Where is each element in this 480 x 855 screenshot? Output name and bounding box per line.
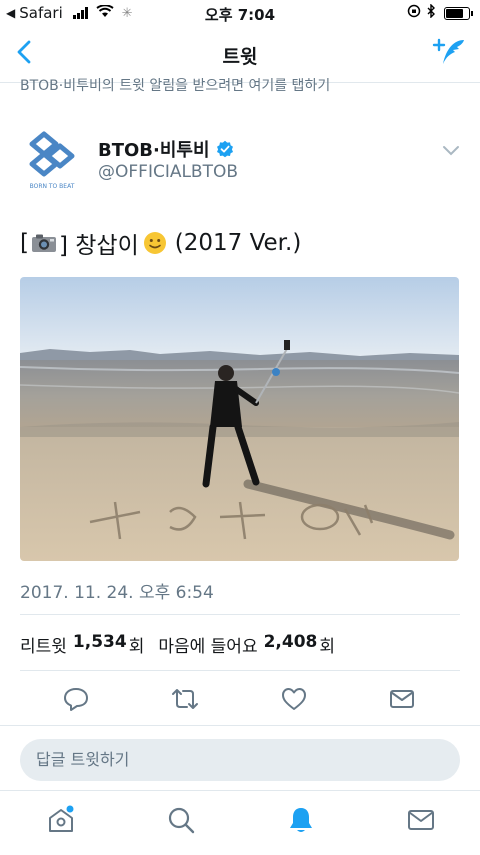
chevron-down-icon[interactable] bbox=[442, 142, 460, 161]
like-stat[interactable]: 마음에 들어요 2,408 회 bbox=[158, 632, 335, 657]
beach-photo-image bbox=[20, 277, 459, 561]
home-icon[interactable] bbox=[46, 805, 76, 839]
tweet-text-body: ] 창삽이 bbox=[58, 233, 139, 259]
page-title: 트윗 bbox=[222, 46, 258, 68]
tweet-author: BORN TO BEAT BTOB·비투비 @OFFICIALBTOB bbox=[20, 126, 460, 196]
tweet-text: [ ] 창삽이 (2017 Ver.) bbox=[20, 226, 460, 260]
bottom-tab-bar bbox=[0, 790, 480, 855]
reply-input[interactable]: 답글 트윗하기 bbox=[20, 739, 460, 781]
rotation-lock-icon bbox=[407, 4, 421, 22]
author-display-name[interactable]: BTOB·비투비 bbox=[98, 136, 234, 162]
camera-emoji-icon bbox=[31, 233, 57, 253]
reply-bar: 답글 트윗하기 bbox=[0, 725, 480, 784]
smiley-emoji-icon bbox=[143, 231, 167, 255]
status-bar: ◀ Safari ✳ 오후 7:04 bbox=[0, 0, 480, 26]
logo-text: BORN TO BEAT bbox=[30, 183, 75, 190]
author-handle[interactable]: @OFFICIALBTOB bbox=[98, 162, 238, 182]
bluetooth-icon bbox=[427, 3, 436, 22]
verified-badge-icon bbox=[216, 140, 234, 158]
compose-tweet-icon[interactable] bbox=[432, 37, 466, 71]
tweet-actions bbox=[0, 686, 480, 716]
tweet-text-open: [ bbox=[20, 230, 29, 256]
retweet-label: 리트윗 bbox=[20, 637, 67, 657]
reply-icon[interactable] bbox=[63, 686, 89, 716]
notifications-icon[interactable] bbox=[286, 805, 316, 839]
tweet-timestamp: 2017. 11. 24. 오후 6:54 bbox=[20, 583, 214, 603]
divider bbox=[20, 614, 460, 615]
avatar[interactable]: BORN TO BEAT bbox=[24, 130, 80, 194]
like-count: 2,408 bbox=[263, 632, 318, 652]
tweet-text-suffix: (2017 Ver.) bbox=[174, 230, 302, 256]
tweet-photo[interactable] bbox=[20, 277, 459, 561]
like-icon[interactable] bbox=[281, 686, 307, 716]
divider bbox=[20, 670, 460, 671]
messages-icon[interactable] bbox=[406, 805, 436, 839]
search-icon[interactable] bbox=[166, 805, 196, 839]
battery-icon bbox=[444, 6, 473, 20]
notification-hint-link[interactable]: BTOB·비투비의 트윗 알림을 받으려면 여기를 탭하기 bbox=[20, 76, 460, 94]
display-name-text[interactable]: BTOB·비투비 bbox=[98, 136, 210, 162]
retweet-count: 1,534 bbox=[72, 632, 127, 652]
direct-message-icon[interactable] bbox=[389, 686, 415, 716]
like-label: 마음에 들어요 bbox=[158, 637, 258, 657]
retweet-stat[interactable]: 리트윗 1,534 회 bbox=[20, 632, 144, 657]
navigation-bar: 트윗 bbox=[0, 26, 480, 83]
retweet-unit: 회 bbox=[128, 637, 145, 657]
retweet-icon[interactable] bbox=[170, 686, 200, 716]
tweet-stats: 리트윗 1,534 회 마음에 들어요 2,408 회 bbox=[20, 632, 335, 657]
like-unit: 회 bbox=[319, 637, 336, 657]
status-right bbox=[407, 3, 473, 22]
